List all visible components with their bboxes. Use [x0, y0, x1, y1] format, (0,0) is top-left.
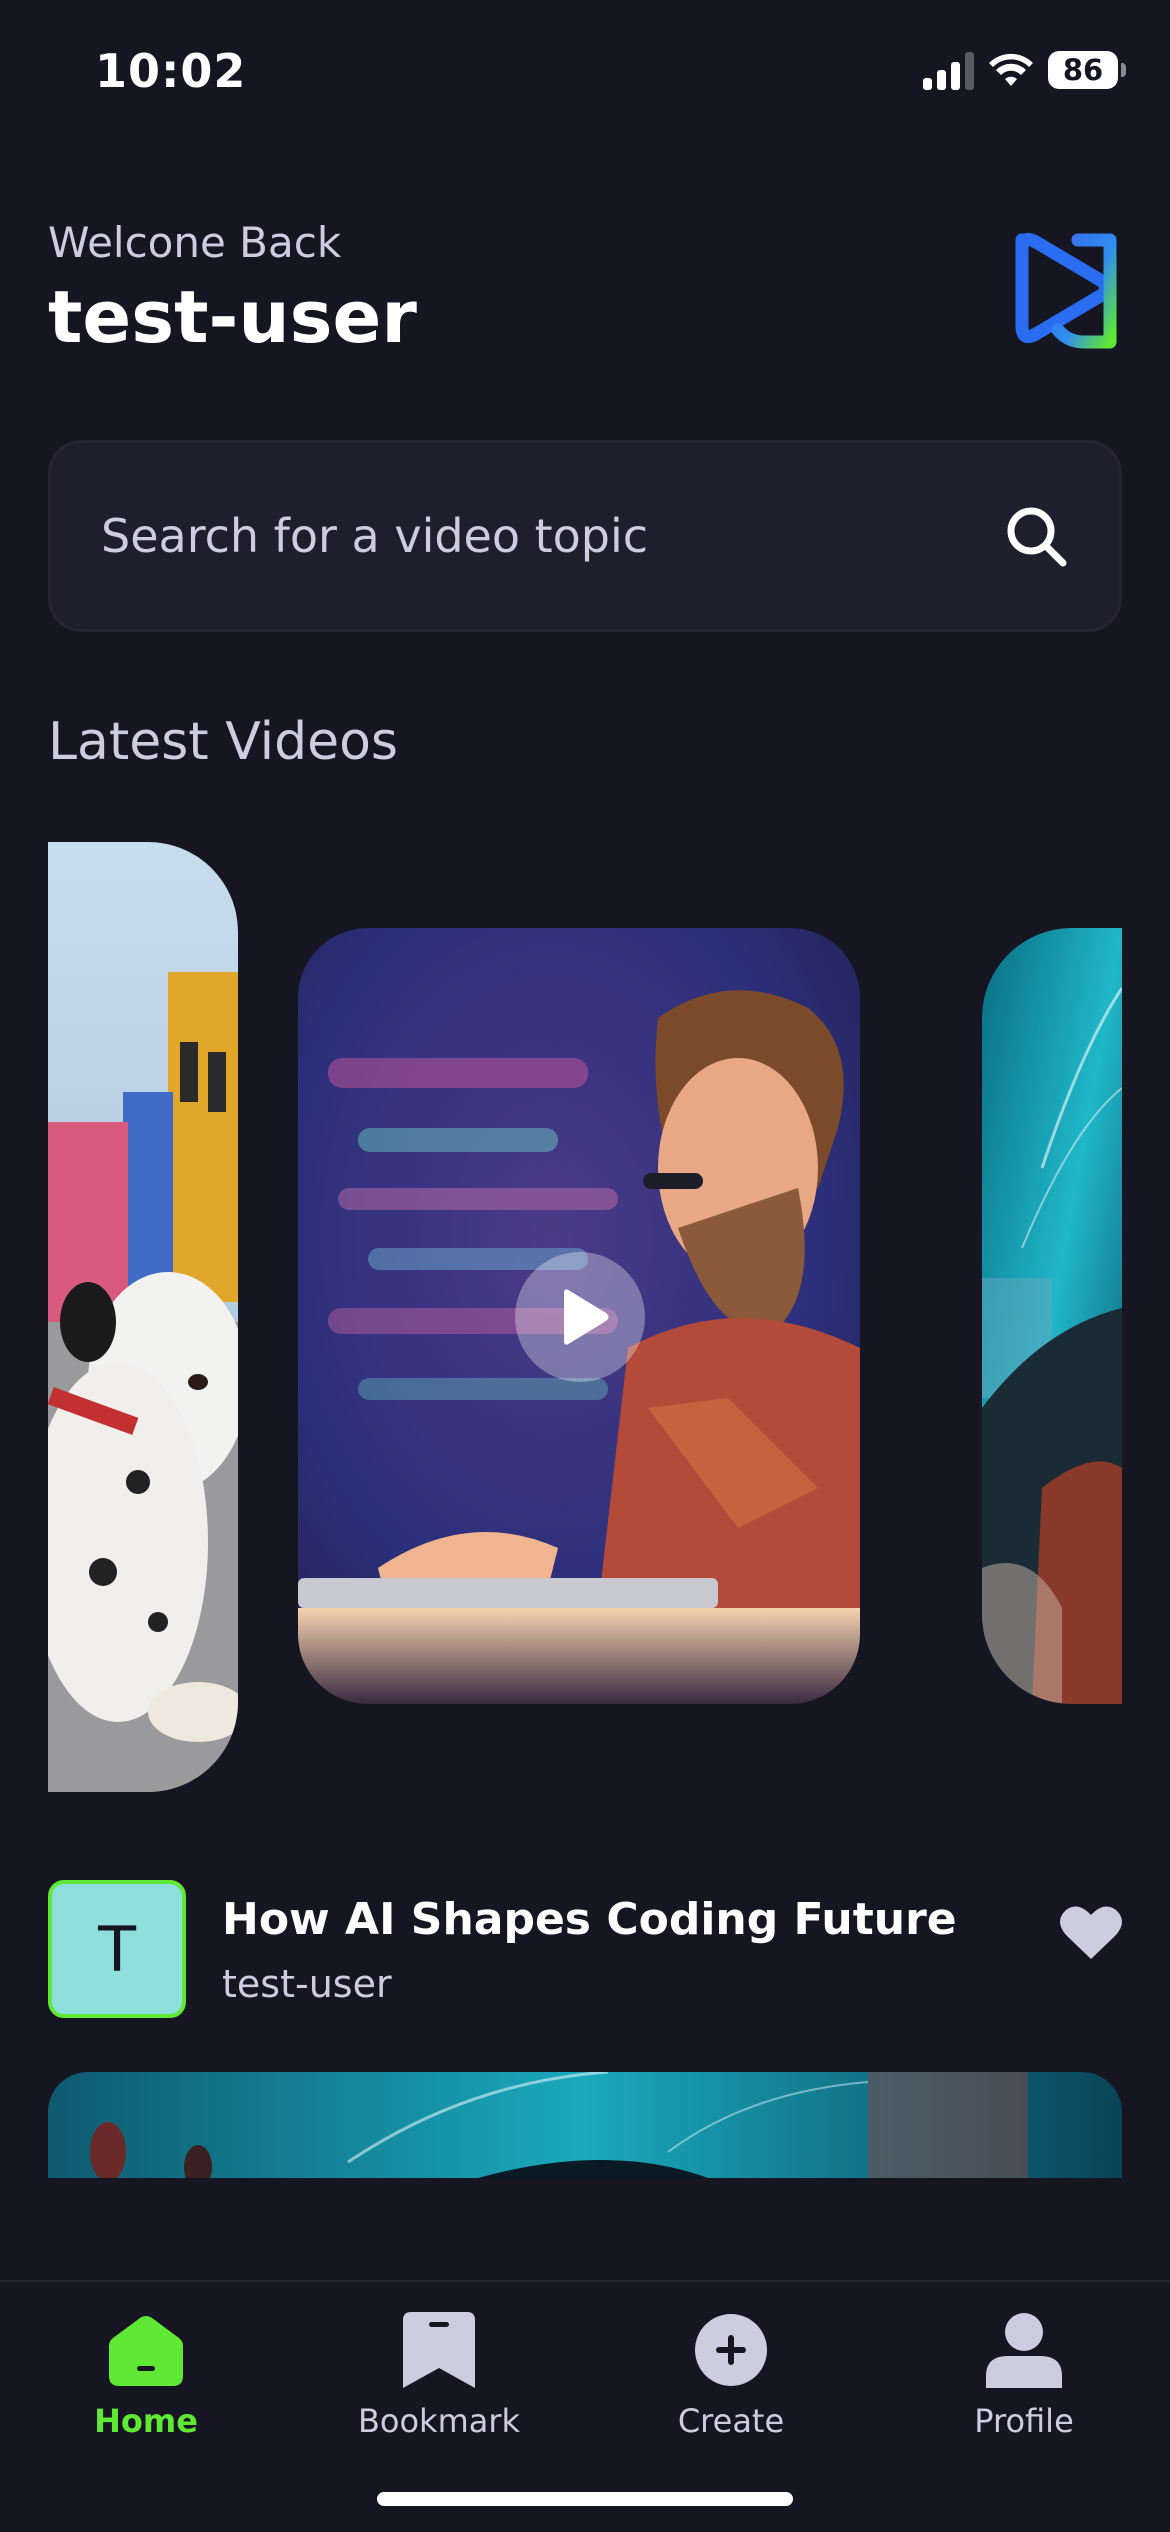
tab-create[interactable]: Create [621, 2312, 841, 2440]
tab-home[interactable]: Home [36, 2312, 256, 2440]
home-icon [107, 2312, 185, 2388]
heart-icon[interactable] [1058, 1903, 1124, 1961]
video-thumbnail-preview[interactable] [48, 2072, 1122, 2178]
creator-avatar[interactable]: T [48, 1880, 186, 2018]
search-icon[interactable] [1003, 503, 1069, 569]
video-card-next[interactable] [982, 928, 1122, 1704]
tab-home-label: Home [94, 2402, 198, 2440]
video-card-previous[interactable] [48, 842, 238, 1792]
tab-bookmark[interactable]: Bookmark [329, 2312, 549, 2440]
app-logo-icon [1015, 232, 1117, 349]
section-title: Latest Videos [48, 712, 399, 772]
cellular-signal-icon [923, 50, 974, 90]
app-screen: 10:02 86 Welcone Back test-user Search f… [0, 0, 1170, 2532]
video-title[interactable]: How AI Shapes Coding Future [222, 1894, 957, 1945]
username-heading: test-user [48, 275, 417, 359]
tab-create-label: Create [677, 2402, 785, 2440]
profile-icon [985, 2312, 1063, 2388]
video-thumbnail-next [982, 928, 1122, 1704]
tab-bookmark-label: Bookmark [357, 2402, 521, 2440]
tab-profile[interactable]: Profile [914, 2312, 1134, 2440]
status-icons: 86 [923, 50, 1126, 90]
wifi-icon [989, 53, 1033, 86]
plus-circle-icon [692, 2312, 770, 2388]
home-indicator [377, 2492, 793, 2506]
search-bar [48, 440, 1122, 632]
search-input[interactable] [101, 509, 1003, 563]
status-time: 10:02 [95, 44, 247, 98]
play-icon [564, 1289, 609, 1345]
video-creator: test-user [222, 1962, 392, 2006]
tab-profile-label: Profile [974, 2402, 1074, 2440]
video-thumbnail-teal [48, 2072, 1122, 2178]
welcome-text: Welcone Back [48, 218, 342, 267]
battery-icon: 86 [1048, 51, 1126, 89]
play-button[interactable] [515, 1252, 645, 1382]
video-thumbnail-dog [48, 842, 238, 1792]
bookmark-icon [400, 2312, 478, 2388]
